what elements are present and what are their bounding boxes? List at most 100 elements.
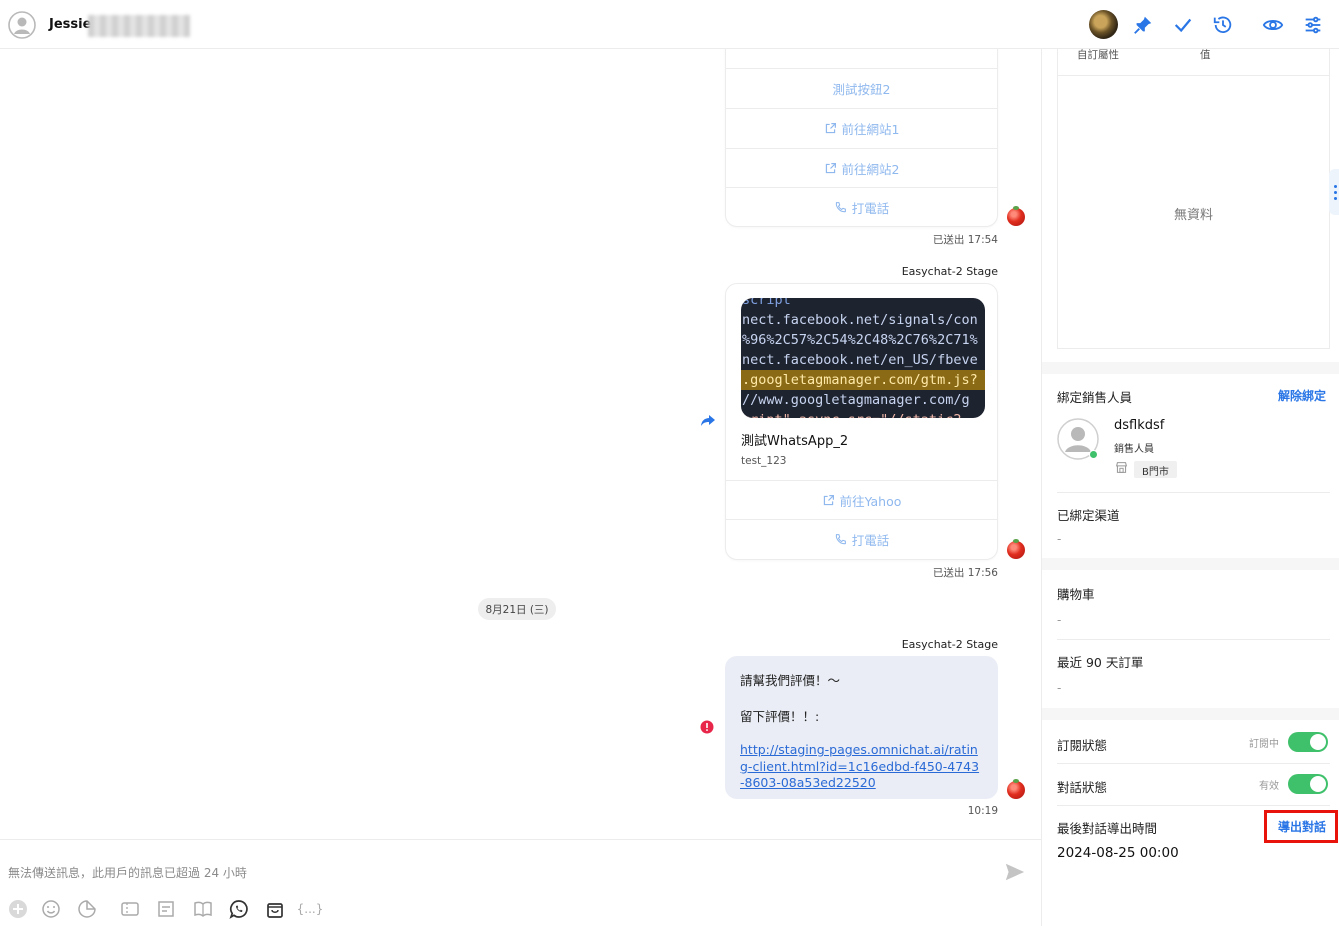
redacted-name [88, 15, 190, 37]
message-text: 留下評價！！: [740, 709, 820, 724]
phone-icon [835, 201, 846, 212]
button-label: 前往網站1 [841, 121, 900, 137]
conversation-status-label: 有效 [1259, 781, 1279, 792]
unbind-button[interactable]: 解除綁定 [1278, 387, 1326, 404]
message-text: 請幫我們評價！～ [740, 673, 841, 688]
card-subtitle: test_123 [741, 455, 787, 467]
code-line: .googletagmanager.com/gtm.js? [741, 370, 985, 390]
eye-icon[interactable] [1260, 12, 1286, 38]
user-name: Jessie [49, 17, 92, 32]
coupon-icon[interactable] [119, 898, 141, 920]
last-export-title: 最後對話導出時間 [1057, 821, 1158, 836]
chat-header: Jessie [0, 0, 1339, 49]
code-line: //www.googletagmanager.com/g [742, 392, 970, 408]
export-conversation-button[interactable]: 導出對話 [1278, 818, 1326, 835]
empty-state: 無資料 [1173, 208, 1213, 223]
button-label: 打電話 [851, 200, 890, 216]
sales-name: dsflkdsf [1114, 418, 1165, 433]
agent-avatar[interactable] [1089, 10, 1118, 39]
cart-title: 購物車 [1057, 587, 1095, 602]
store-icon [1115, 462, 1128, 473]
sender-avatar [1007, 539, 1025, 559]
section-separator [1042, 708, 1339, 720]
code-line: nect.facebook.net/en_US/fbeve [742, 352, 978, 368]
subscription-status-title: 訂閱狀態 [1057, 738, 1108, 753]
button-label: 測試按鈕2 [832, 81, 891, 97]
message-composer: 無法傳送訊息，此用戶的訊息已超過 24 小時 {...} [0, 839, 1041, 926]
send-icon[interactable] [1004, 861, 1026, 883]
message-button[interactable]: 打電話 [726, 519, 997, 558]
cart-value: - [1057, 613, 1062, 627]
divider [1057, 763, 1330, 764]
divider [1057, 805, 1330, 806]
sender-name: Easychat-2 Stage [901, 265, 998, 278]
online-indicator [1089, 450, 1098, 459]
sticker-icon[interactable] [76, 898, 98, 920]
composer-disabled-note: 無法傳送訊息，此用戶的訊息已超過 24 小時 [8, 866, 247, 880]
bound-channels-value: - [1057, 532, 1062, 546]
error-icon[interactable] [700, 720, 714, 734]
card-image[interactable]: script nect.facebook.net/signals/con %96… [741, 298, 985, 418]
section-separator [1042, 362, 1339, 374]
bound-channels-title: 已綁定渠道 [1057, 508, 1120, 523]
sender-name: Easychat-2 Stage [901, 638, 998, 651]
column-header: 值 [1200, 49, 1211, 61]
book-icon[interactable] [192, 898, 214, 920]
phone-icon [835, 533, 846, 544]
store-tag: B門市 [1134, 461, 1177, 478]
whatsapp-icon[interactable] [228, 898, 250, 920]
external-link-icon [823, 494, 834, 505]
template-message: 測試按鈕2 前往網站1 前往網站2 打電話 [725, 49, 998, 227]
chat-messages[interactable]: 測試按鈕2 前往網站1 前往網站2 打電話 已送出 17:54 Easychat… [0, 49, 1041, 839]
user-avatar-icon[interactable] [8, 11, 36, 39]
external-link-icon [825, 122, 836, 133]
history-icon[interactable] [1210, 12, 1236, 38]
external-link-icon [825, 162, 836, 173]
code-line: %96%2C57%2C54%2C48%2C76%2C71% [742, 332, 978, 348]
sales-avatar [1057, 418, 1101, 462]
subscription-status-label: 訂閱中 [1249, 739, 1279, 750]
code-line: cript" async src="//static2 [741, 410, 985, 418]
divider [1057, 492, 1330, 493]
conversation-status-title: 對話狀態 [1057, 780, 1108, 795]
shopping-bag-icon[interactable] [264, 898, 286, 920]
divider [1057, 639, 1330, 640]
card-message: script nect.facebook.net/signals/con %96… [725, 283, 998, 560]
custom-attributes-table: 自訂屬性 值 無資料 [1057, 49, 1330, 349]
variable-icon[interactable]: {...} [297, 898, 324, 920]
column-header: 自訂屬性 [1077, 49, 1119, 61]
last-export-time: 2024-08-25 00:00 [1057, 845, 1179, 861]
card-title: 測試WhatsApp_2 [741, 434, 849, 449]
message-button[interactable]: 前往網站2 [726, 148, 997, 187]
message-button[interactable]: 測試按鈕2 [726, 68, 997, 107]
message-status: 已送出 17:54 [932, 234, 998, 246]
emoji-icon[interactable] [40, 898, 62, 920]
forward-icon[interactable] [700, 414, 716, 428]
pin-icon[interactable] [1130, 12, 1156, 38]
check-icon[interactable] [1170, 12, 1196, 38]
subscription-toggle[interactable] [1288, 732, 1328, 752]
rating-link[interactable]: http://staging-pages.omnichat.ai/rating-… [740, 742, 983, 792]
message-button[interactable]: 打電話 [726, 187, 997, 226]
panel-resize-handle[interactable] [1329, 169, 1339, 215]
settings-sliders-icon[interactable] [1300, 12, 1326, 38]
conversation-toggle[interactable] [1288, 774, 1328, 794]
bound-sales-title: 綁定銷售人員 [1057, 390, 1133, 405]
message-time: 10:19 [967, 805, 998, 817]
message-status: 已送出 17:56 [932, 567, 998, 579]
customer-info-panel: 自訂屬性 值 無資料 綁定銷售人員 解除綁定 dsflkdsf 銷售人員 B門市… [1041, 49, 1339, 926]
text-message: 請幫我們評價！～ 留下評價！！: http://staging-pages.om… [725, 656, 998, 799]
sender-avatar [1007, 779, 1025, 799]
message-button[interactable]: 前往Yahoo [726, 480, 997, 519]
add-icon[interactable] [7, 898, 29, 920]
sales-role: 銷售人員 [1114, 444, 1154, 455]
product-icon[interactable] [155, 898, 177, 920]
section-separator [1042, 558, 1339, 570]
recent-orders-title: 最近 90 天訂單 [1057, 655, 1144, 670]
button-label: 打電話 [851, 532, 890, 548]
code-line: script [742, 298, 791, 308]
message-button[interactable]: 前往網站1 [726, 108, 997, 147]
recent-orders-value: - [1057, 681, 1062, 695]
button-label: 前往Yahoo [839, 493, 902, 509]
button-label: 前往網站2 [841, 161, 900, 177]
